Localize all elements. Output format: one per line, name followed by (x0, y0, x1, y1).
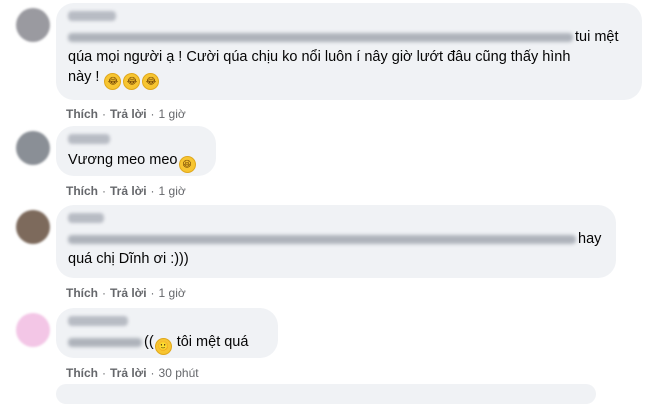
comment-text: tui mệt (575, 29, 619, 45)
laughing-emoji-icon: 😆 (178, 156, 196, 173)
reply-link[interactable]: Trả lời (110, 366, 147, 380)
comment-text: Vương meo meo (68, 152, 178, 168)
author-name[interactable] (68, 134, 110, 144)
timestamp[interactable]: 1 giờ (159, 107, 186, 121)
like-link[interactable]: Thích (66, 286, 98, 300)
comment-line: hay (68, 229, 604, 249)
comment-line: này ! 😂 😂 😂 (68, 67, 630, 90)
smile-emoji-icon: 🙂 (154, 338, 172, 355)
like-link[interactable]: Thích (66, 184, 98, 198)
timestamp[interactable]: 1 giờ (159, 184, 186, 198)
comment-text: này ! (68, 69, 100, 85)
comment-line: quá chị Dĩnh ơi :))) (68, 251, 189, 267)
comment-bubble: ((🙂 tôi mệt quá (56, 308, 278, 358)
comment-text: tôi mệt quá (176, 334, 249, 350)
comment-bubble: tui mệt qúa mọi người ạ ! Cười qúa chịu … (56, 3, 642, 100)
like-link[interactable]: Thích (66, 107, 98, 121)
rofl-emoji-icon: 😂 (123, 73, 141, 90)
timestamp[interactable]: 30 phút (159, 366, 199, 380)
rofl-emoji-icon: 😂 (142, 73, 160, 90)
next-comment-bubble (56, 384, 596, 404)
comment-line: Vương meo meo 😆 (68, 150, 204, 173)
comment-thread: { "actions": { "like": "Thích", "reply":… (0, 0, 660, 404)
avatar[interactable] (16, 131, 50, 165)
comment-text: hay (578, 231, 602, 247)
reply-link[interactable]: Trả lời (110, 107, 147, 121)
author-name[interactable] (68, 213, 104, 223)
rofl-emoji-icon: 😂 (104, 73, 122, 90)
avatar[interactable] (16, 8, 50, 42)
like-link[interactable]: Thích (66, 366, 98, 380)
tagged-text[interactable] (68, 234, 576, 244)
comment-actions: Thích · Trả lời · 1 giờ (66, 107, 186, 121)
comment-line: ((🙂 tôi mệt quá (68, 332, 266, 355)
avatar[interactable] (16, 210, 50, 244)
comment-bubble: hay quá chị Dĩnh ơi :))) (56, 205, 616, 278)
comment-actions: Thích · Trả lời · 30 phút (66, 366, 199, 380)
avatar[interactable] (16, 313, 50, 347)
comment-text: (( (144, 334, 154, 350)
comment-line: qúa mọi người ạ ! Cười qúa chịu ko nổi l… (68, 49, 571, 65)
comment-actions: Thích · Trả lời · 1 giờ (66, 286, 186, 300)
comment-bubble: Vương meo meo 😆 (56, 126, 216, 176)
timestamp[interactable]: 1 giờ (159, 286, 186, 300)
author-name[interactable] (68, 11, 116, 21)
author-name[interactable] (68, 316, 128, 326)
tagged-text[interactable] (68, 337, 142, 347)
tagged-text[interactable] (68, 32, 573, 42)
comment-line: tui mệt (68, 27, 630, 47)
reply-link[interactable]: Trả lời (110, 184, 147, 198)
reply-link[interactable]: Trả lời (110, 286, 147, 300)
comment-actions: Thích · Trả lời · 1 giờ (66, 184, 186, 198)
